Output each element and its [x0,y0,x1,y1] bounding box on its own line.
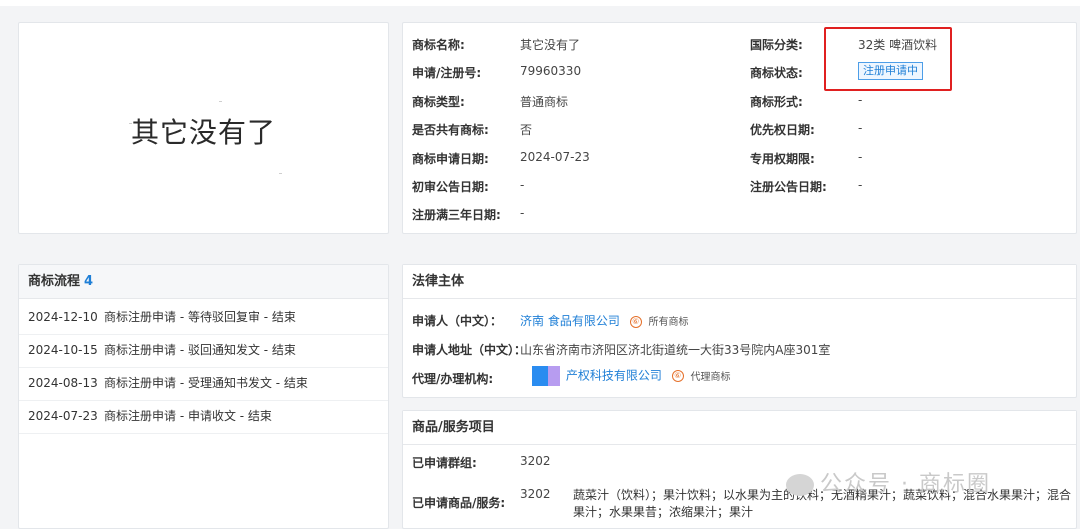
flow-count: 4 [84,274,94,289]
info-label-class: 国际分类: [750,38,803,52]
info-label-prelim-date: 初审公告日期: [412,180,489,194]
flow-item: 2024-12-10 商标注册申请 - 等待驳回复审 - 结束 [19,301,388,335]
redaction-block [532,366,548,386]
flow-title: 商标流程 [28,274,81,289]
wechat-icon [786,474,814,496]
flow-header: 商标流程 4 [19,265,388,299]
info-value-type: 普通商标 [520,95,569,109]
info-value-name: 其它没有了 [520,38,581,52]
trademark-info-panel [402,22,1077,234]
flow-item-text: 商标注册申请 - 驳回通知发文 - 结束 [104,343,296,357]
flow-item-date: 2024-07-23 [28,409,98,423]
info-label-status: 商标状态: [750,66,803,80]
info-label-reg-pub: 注册公告日期: [750,180,827,194]
address-value: 山东省济南市济阳区济北街道统一大街33号院内A座301室 [520,343,831,357]
redaction-block [548,366,560,386]
image-speck [279,173,282,174]
image-speck [219,101,222,102]
image-speck [129,123,132,124]
goods-items-code: 3202 [520,487,551,501]
info-value-reg-no: 79960330 [520,64,582,78]
flow-item-text: 商标注册申请 - 申请收文 - 结束 [104,409,272,423]
flow-item-date: 2024-12-10 [28,310,98,324]
info-label-priority: 优先权日期: [750,123,815,137]
applicant-link[interactable]: 济南 食品有限公司 [520,314,620,328]
flow-item-text: 商标注册申请 - 等待驳回复审 - 结束 [104,310,296,324]
legal-title: 法律主体 [412,274,465,289]
group-label: 已申请群组: [412,456,477,470]
info-value-prelim-date: - [520,178,525,192]
trademark-badge-icon: ⑥ [671,370,684,382]
trademark-badge-icon: ⑥ [629,315,642,328]
flow-item-date: 2024-10-15 [28,343,98,357]
watermark-text: 公众号 · 商标圈 [820,472,991,497]
watermark: 公众号 · 商标圈 [786,466,991,498]
info-label-three-year: 注册满三年日期: [412,208,501,222]
agent-link[interactable]: 产权科技有限公司 [566,369,662,383]
info-value-reg-pub: - [858,178,863,192]
flow-item: 2024-10-15 商标注册申请 - 驳回通知发文 - 结束 [19,334,388,368]
agent-label: 代理/办理机构: [412,372,494,386]
info-value-term: - [858,150,863,164]
info-label-name: 商标名称: [412,38,465,52]
flow-item: 2024-08-13 商标注册申请 - 受理通知书发文 - 结束 [19,367,388,401]
address-label: 申请人地址（中文）： [412,343,527,357]
info-label-shared: 是否共有商标: [412,123,489,137]
top-strip [0,0,1080,6]
flow-item-date: 2024-08-13 [28,376,98,390]
info-value-apply-date: 2024-07-23 [520,150,590,164]
applicant-label: 申请人（中文）： [412,314,503,328]
legal-header: 法律主体 [403,265,1076,299]
info-label-apply-date: 商标申请日期: [412,152,489,166]
agent-row: 产权科技有限公司 ⑥ 代理商标 [532,366,731,386]
info-label-type: 商标类型: [412,95,465,109]
goods-header: 商品/服务项目 [403,411,1076,445]
trademark-flow-panel: 商标流程 4 2024-12-10 商标注册申请 - 等待驳回复审 - 结束 20… [18,264,389,529]
trademark-image-panel: 其它没有了 [18,22,389,234]
all-trademarks-link[interactable]: 所有商标 [648,317,688,328]
agent-trademarks-link[interactable]: 代理商标 [691,372,731,383]
group-value: 3202 [520,454,551,468]
goods-items-label: 已申请商品/服务: [412,496,506,510]
info-value-priority: - [858,121,863,135]
goods-title: 商品/服务项目 [412,420,495,435]
flow-item: 2024-07-23 商标注册申请 - 申请收文 - 结束 [19,400,388,434]
trademark-image-text: 其它没有了 [130,116,276,149]
info-label-reg-no: 申请/注册号: [412,66,482,80]
info-value-shared: 否 [520,123,533,137]
info-label-term: 专用权期限: [750,152,815,166]
flow-item-text: 商标注册申请 - 受理通知书发文 - 结束 [104,376,308,390]
info-value-three-year: - [520,206,525,220]
applicant-row: 济南 食品有限公司 ⑥ 所有商标 [520,312,688,329]
red-highlight-annotation [824,27,952,91]
legal-subject-panel: 法律主体 [402,264,1077,398]
info-value-form: - [858,93,863,107]
info-label-form: 商标形式: [750,95,803,109]
